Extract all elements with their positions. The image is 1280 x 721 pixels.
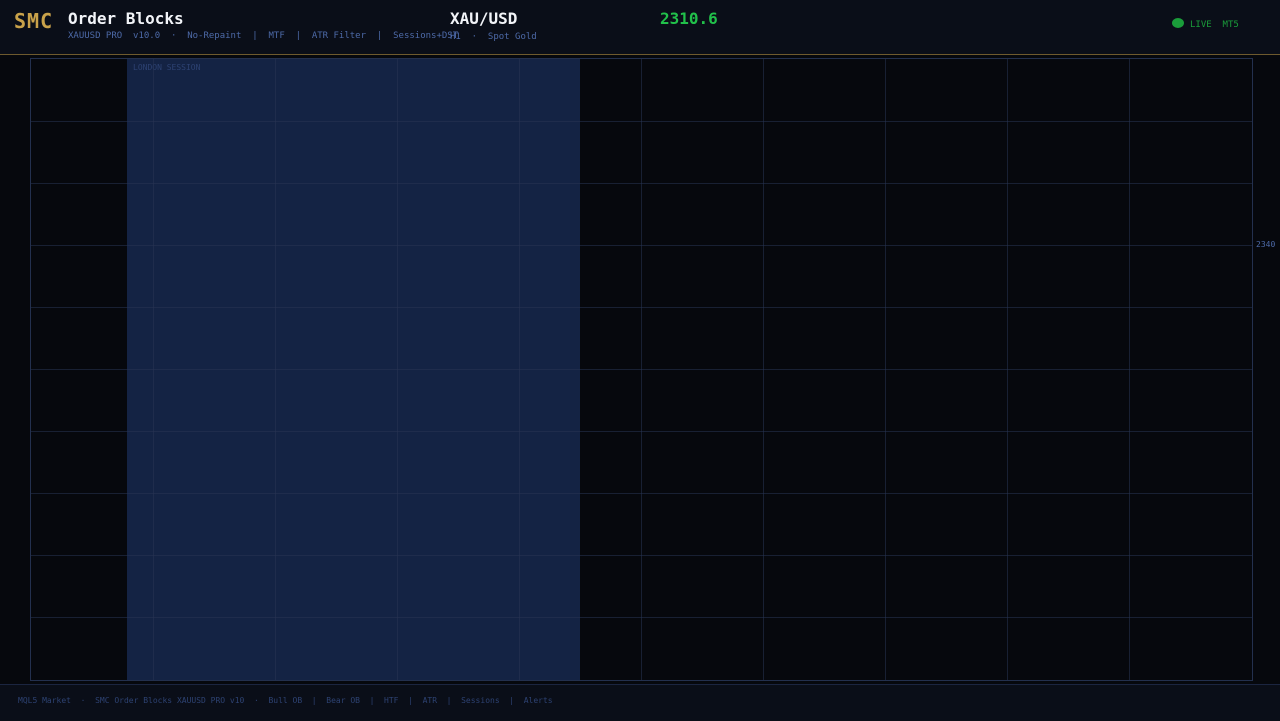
grid-line-vertical: [519, 59, 520, 680]
grid-line-vertical: [885, 59, 886, 680]
brand-logo: SMC: [14, 9, 54, 33]
product-subtitle: XAUUSD PRO v10.0 · No-Repaint | MTF | AT…: [68, 31, 459, 41]
price-chart[interactable]: LONDON SESSION: [30, 58, 1253, 681]
grid-line-vertical: [641, 59, 642, 680]
session-label: LONDON SESSION: [133, 63, 201, 72]
footer-bar: MQL5 Market · SMC Order Blocks XAUUSD PR…: [0, 684, 1280, 721]
live-label: LIVE: [1190, 20, 1212, 30]
symbol-subtitle: H1 · Spot Gold: [450, 32, 537, 42]
symbol-name: XAU/USD: [450, 9, 518, 28]
current-price: 2310.6: [660, 9, 718, 28]
grid-line-vertical: [153, 59, 154, 680]
live-status: LIVE MT5: [1172, 18, 1239, 30]
grid-line-vertical: [763, 59, 764, 680]
top-bar: SMC Order Blocks XAUUSD PRO v10.0 · No-R…: [0, 0, 1280, 55]
grid-line-vertical: [397, 59, 398, 680]
product-title: Order Blocks: [68, 9, 184, 28]
live-dot-icon: [1172, 18, 1184, 28]
platform-label: MT5: [1222, 20, 1239, 30]
grid-line-vertical: [275, 59, 276, 680]
footer-info: MQL5 Market · SMC Order Blocks XAUUSD PR…: [18, 696, 553, 705]
price-axis-tick: 2340: [1256, 240, 1276, 249]
grid-line-vertical: [1129, 59, 1130, 680]
grid-line-vertical: [1007, 59, 1008, 680]
